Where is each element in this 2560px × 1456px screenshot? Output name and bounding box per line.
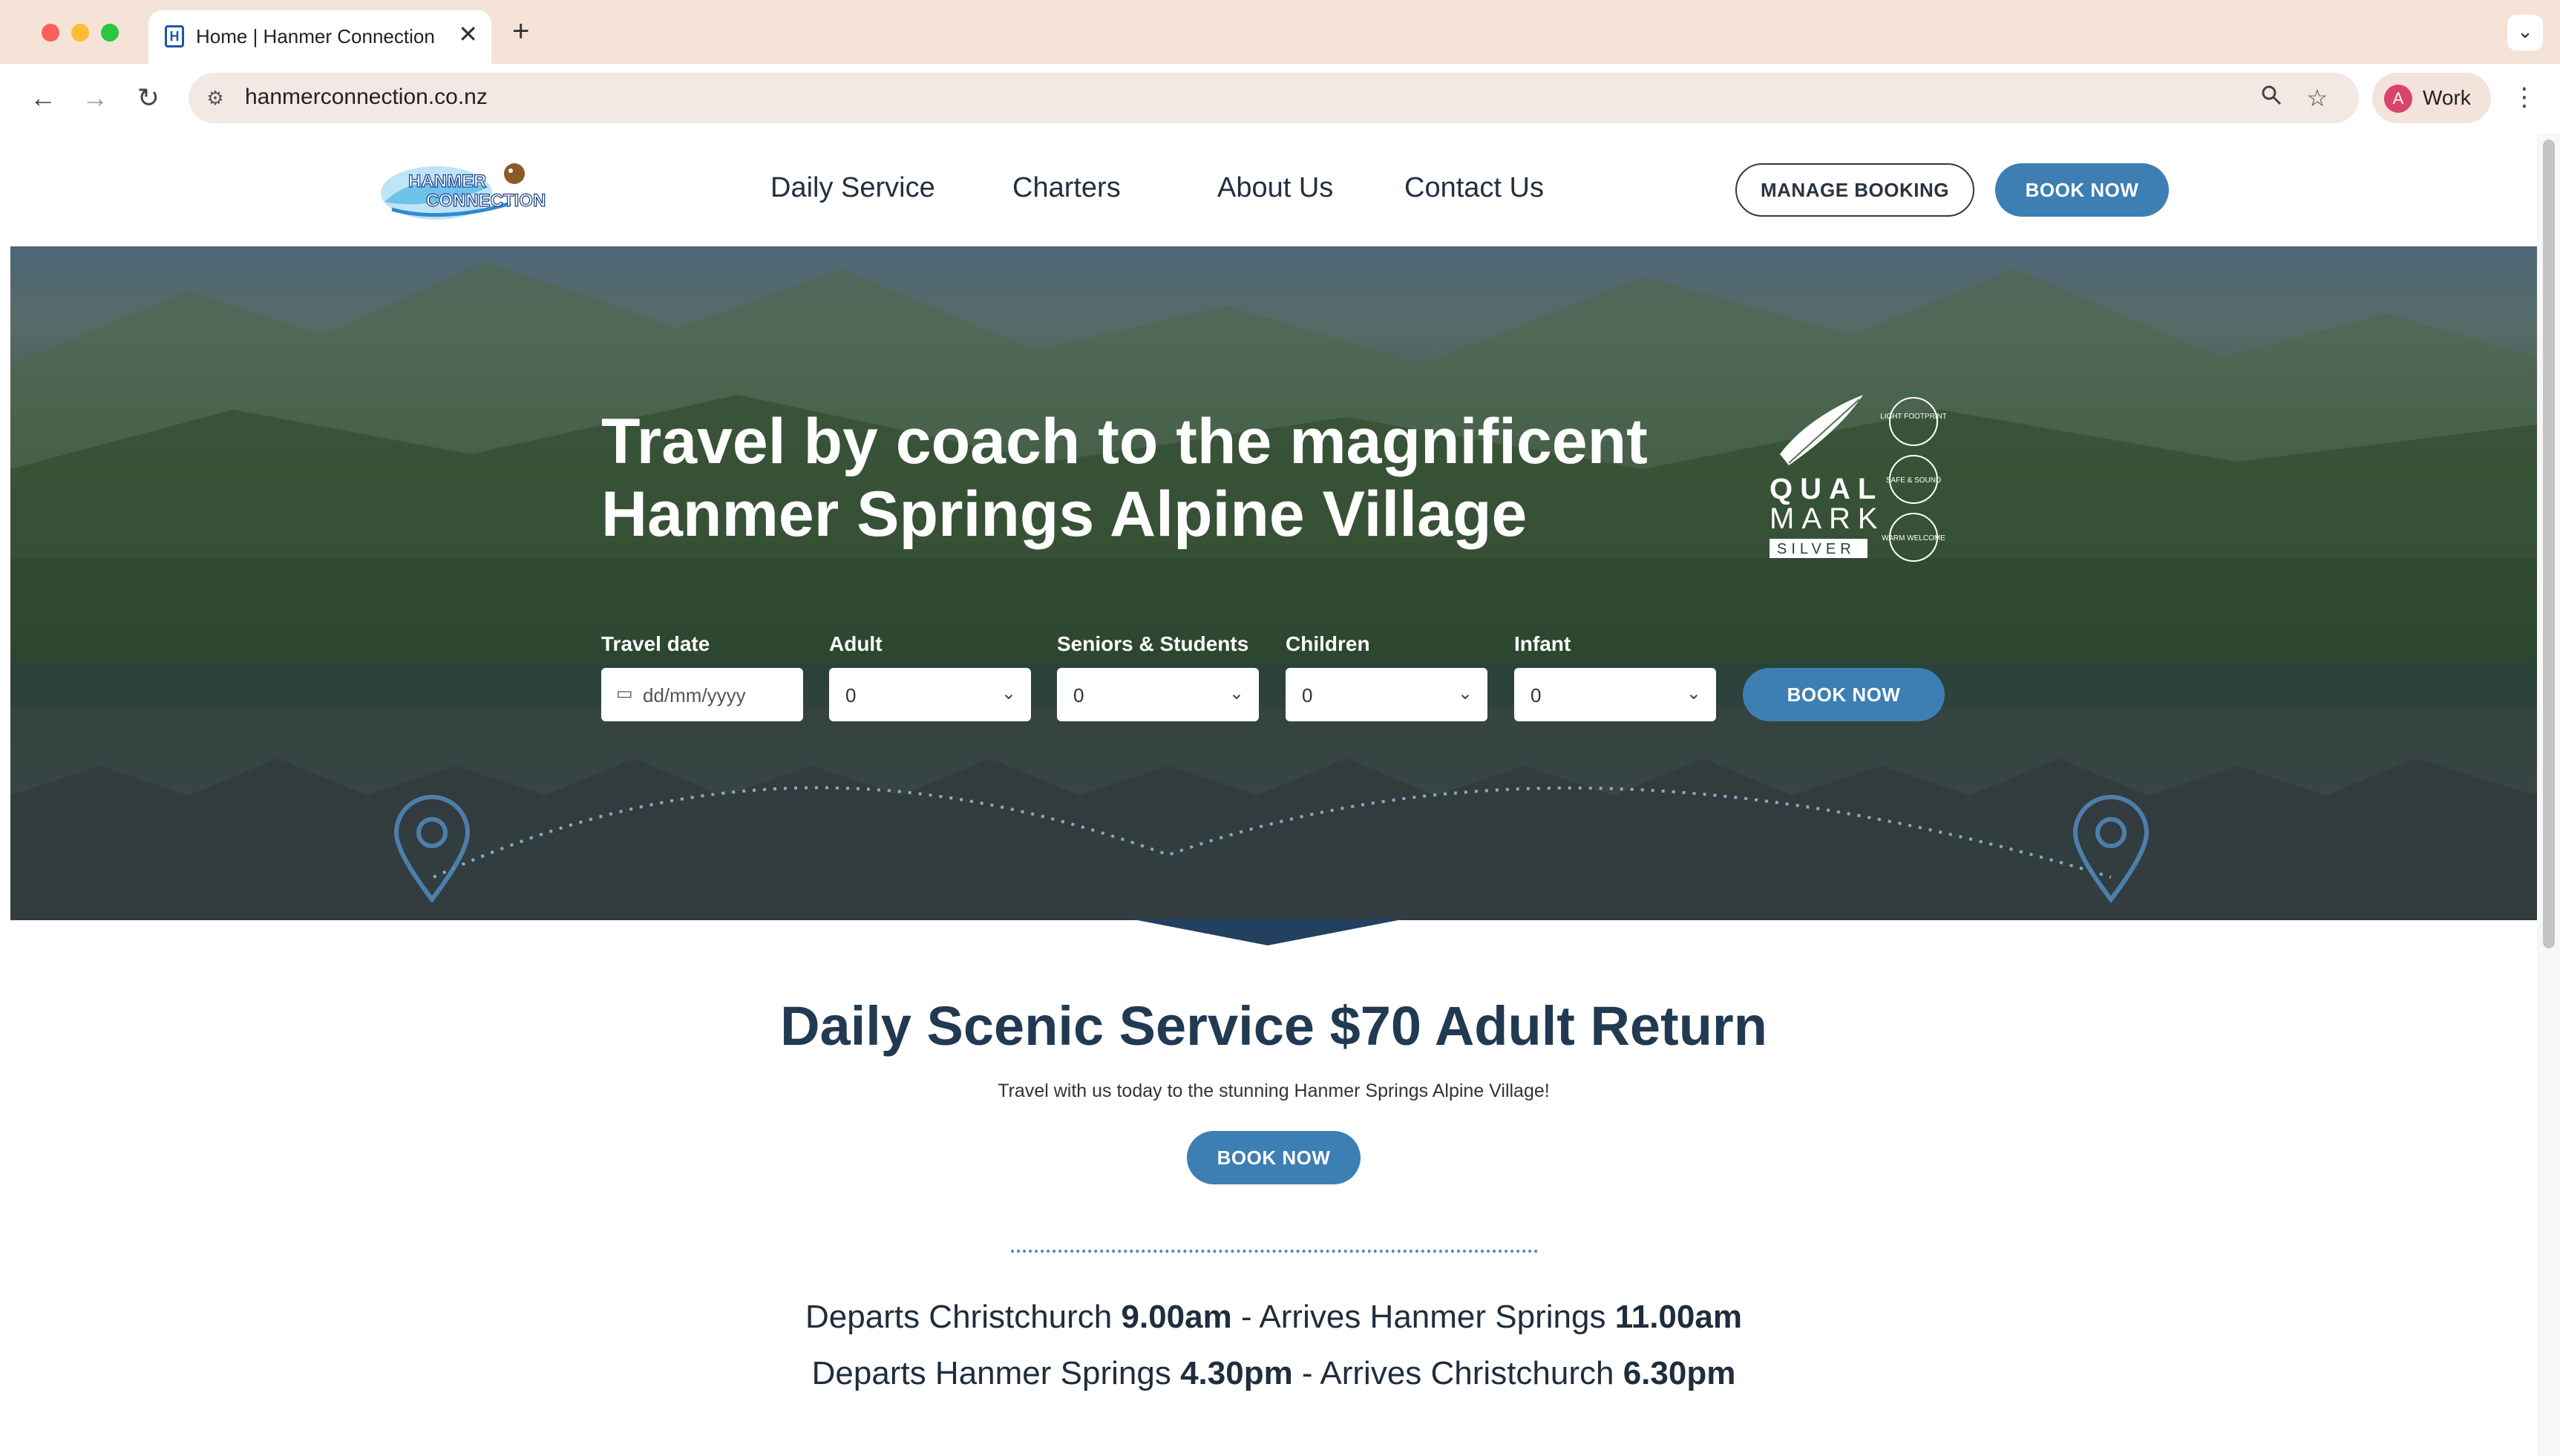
site-settings-icon[interactable]: ⚙ xyxy=(202,85,229,111)
arrive-time: 6.30pm xyxy=(1623,1355,1736,1391)
schedule-line-return: Departs Hanmer Springs 4.30pm - Arrives … xyxy=(10,1355,2537,1392)
chevron-down-icon: ⌄ xyxy=(1228,683,1244,704)
chevron-down-icon: ⌄ xyxy=(1457,683,1473,704)
tab-strip: H Home | Hanmer Connection ✕ + ⌄ xyxy=(0,0,2560,67)
hero-book-now-button[interactable]: BOOK NOW xyxy=(1743,668,1945,721)
service-title: Daily Scenic Service $70 Adult Return xyxy=(780,995,1767,1057)
nav-charters[interactable]: Charters xyxy=(1012,172,1121,204)
children-value: 0 xyxy=(1302,684,1313,706)
hero-title: Travel by coach to the magnificent Hanme… xyxy=(601,405,1715,551)
schedule-separator: - xyxy=(1292,1355,1320,1391)
qualmark-line-1: QUAL xyxy=(1770,473,1883,505)
scrollbar-thumb[interactable] xyxy=(2543,140,2555,948)
dotted-divider xyxy=(1011,1250,1538,1253)
tab-search-icon[interactable]: ⌄ xyxy=(2507,15,2543,50)
hero-title-line-1: Travel by coach to the magnificent xyxy=(601,406,1648,477)
schedule-line-outbound: Departs Christchurch 9.00am - Arrives Ha… xyxy=(10,1299,2537,1336)
star-icon[interactable]: ☆ xyxy=(2301,82,2334,114)
logo-text-1: HANMER xyxy=(408,171,486,191)
hero-banner: Travel by coach to the magnificent Hanme… xyxy=(10,246,2537,920)
manage-booking-button[interactable]: MANAGE BOOKING xyxy=(1735,163,1974,217)
travel-date-input[interactable]: ▭ dd/mm/yyyy xyxy=(601,668,803,721)
qualmark-level: SILVER xyxy=(1777,541,1856,557)
travel-date-label: Travel date xyxy=(601,632,710,655)
nav-daily-service[interactable]: Daily Service xyxy=(770,172,935,204)
minimize-window-button[interactable] xyxy=(71,24,89,42)
children-select[interactable]: 0 ⌄ xyxy=(1286,668,1487,721)
url-text[interactable]: hanmerconnection.co.nz xyxy=(245,85,488,110)
address-bar[interactable]: ⚙ hanmerconnection.co.nz ☆ xyxy=(189,73,2359,123)
browser-tab-active[interactable]: H Home | Hanmer Connection ✕ xyxy=(148,10,491,64)
depart-text: Departs Christchurch xyxy=(805,1299,1122,1335)
depart-time: 9.00am xyxy=(1121,1299,1232,1335)
page-scrollbar[interactable] xyxy=(2537,134,2560,1456)
arrive-text: Arrives Hanmer Springs xyxy=(1259,1299,1615,1335)
silver-fern-icon xyxy=(1780,395,1863,465)
avatar: A xyxy=(2384,85,2412,113)
depart-text: Departs Hanmer Springs xyxy=(811,1355,1181,1391)
forward-icon[interactable]: → xyxy=(74,77,116,119)
new-tab-icon[interactable]: + xyxy=(512,16,529,46)
service-subtitle: Travel with us today to the stunning Han… xyxy=(998,1080,1550,1101)
hero-notch xyxy=(1130,919,1406,945)
profile-button[interactable]: A Work xyxy=(2372,73,2491,123)
infant-select[interactable]: 0 ⌄ xyxy=(1514,668,1716,721)
logo-text-2: CONNECTION xyxy=(426,191,546,211)
zoom-icon[interactable] xyxy=(2255,82,2288,114)
seniors-students-select[interactable]: 0 ⌄ xyxy=(1057,668,1259,721)
schedule-separator: - xyxy=(1231,1299,1260,1335)
maximize-window-button[interactable] xyxy=(101,24,119,42)
calendar-icon: ▭ xyxy=(616,683,633,704)
badge-safe-sound: SAFE & SOUND xyxy=(1886,476,1941,485)
seniors-students-label: Seniors & Students xyxy=(1057,632,1249,655)
infant-label: Infant xyxy=(1514,632,1571,655)
chevron-down-icon: ⌄ xyxy=(1686,683,1701,704)
nav-about-us[interactable]: About Us xyxy=(1217,172,1333,204)
infant-value: 0 xyxy=(1531,684,1542,706)
header-book-now-button[interactable]: BOOK NOW xyxy=(1995,163,2169,217)
service-book-now-button[interactable]: BOOK NOW xyxy=(1187,1131,1361,1184)
hero-title-line-2: Hanmer Springs Alpine Village xyxy=(601,479,1528,550)
badge-warm-welcome: WARM WELCOME xyxy=(1882,534,1945,542)
children-label: Children xyxy=(1286,632,1370,655)
more-icon[interactable]: ⋮ xyxy=(2512,79,2537,116)
back-icon[interactable]: ← xyxy=(22,77,64,119)
qualmark-silver-badge: QUAL MARK SILVER LIGHT FOOTPRINT SAFE & … xyxy=(1770,395,1947,562)
profile-name: Work xyxy=(2423,86,2471,109)
tab-close-icon[interactable]: ✕ xyxy=(458,22,478,46)
depart-time: 4.30pm xyxy=(1180,1355,1293,1391)
close-window-button[interactable] xyxy=(42,24,59,42)
badge-light-footprint: LIGHT FOOTPRINT xyxy=(1880,413,1947,421)
hanmer-connection-logo[interactable]: HANMER CONNECTION xyxy=(377,157,548,224)
qualmark-line-2: MARK xyxy=(1770,502,1885,535)
favicon-icon: H xyxy=(165,25,184,47)
arrive-text: Arrives Christchurch xyxy=(1320,1355,1623,1391)
site-header: HANMER CONNECTION Daily Service Charters… xyxy=(10,134,2537,246)
adult-label: Adult xyxy=(829,632,883,655)
adult-value: 0 xyxy=(845,684,857,706)
browser-chrome: H Home | Hanmer Connection ✕ + ⌄ ← → ↻ ⚙… xyxy=(0,0,2560,134)
travel-date-placeholder: dd/mm/yyyy xyxy=(643,684,746,706)
mountain-village-background xyxy=(10,261,2537,920)
nav-contact-us[interactable]: Contact Us xyxy=(1404,172,1544,204)
chevron-down-icon: ⌄ xyxy=(1001,683,1016,704)
adult-select[interactable]: 0 ⌄ xyxy=(829,668,1031,721)
seniors-students-value: 0 xyxy=(1073,684,1084,706)
tab-title: Home | Hanmer Connection xyxy=(196,25,435,47)
arrive-time: 11.00am xyxy=(1614,1299,1742,1335)
reload-icon[interactable]: ↻ xyxy=(128,77,169,119)
browser-toolbar: ← → ↻ ⚙ hanmerconnection.co.nz ☆ A Work … xyxy=(0,64,2560,134)
